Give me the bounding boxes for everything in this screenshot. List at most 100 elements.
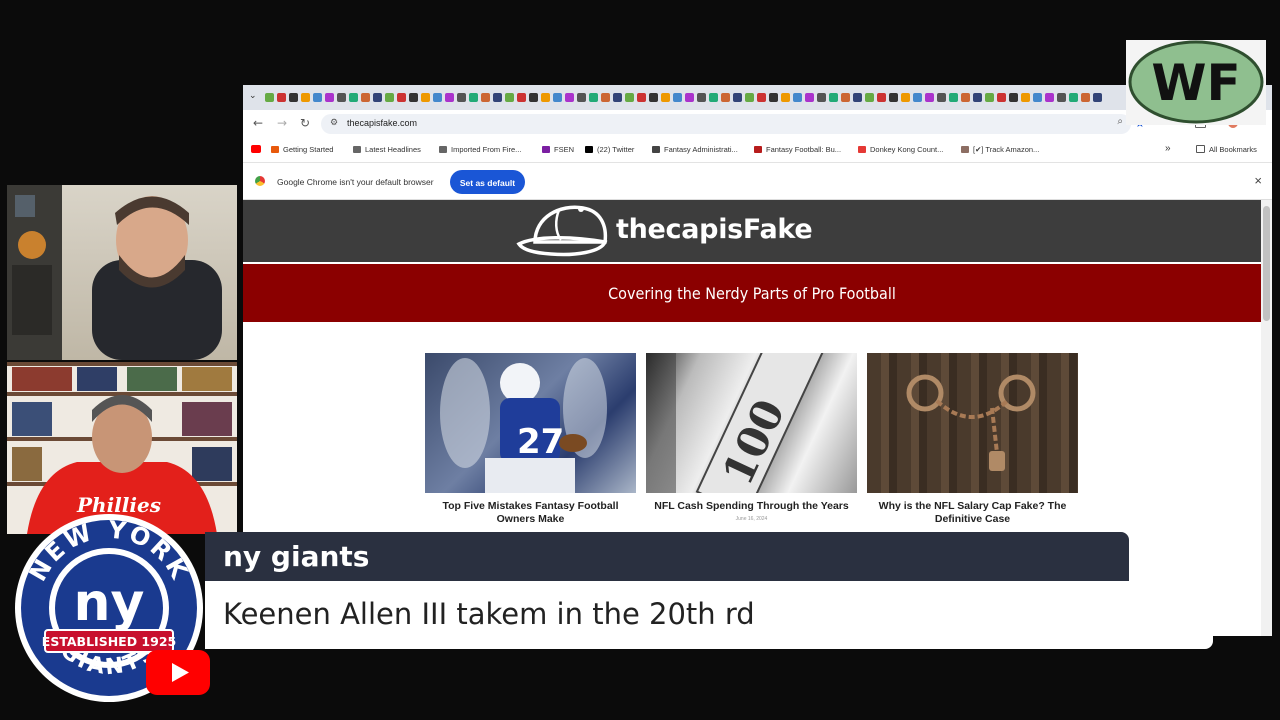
tab-favicon-icon[interactable] — [385, 93, 394, 102]
cap-logo-icon[interactable] — [515, 202, 611, 258]
bookmark-item[interactable]: (22) Twitter — [585, 145, 634, 154]
tab-favicon-icon[interactable] — [781, 93, 790, 102]
tab-favicon-icon[interactable] — [757, 93, 766, 102]
tab-favicon-icon[interactable] — [961, 93, 970, 102]
tab-favicon-icon[interactable] — [661, 93, 670, 102]
tab-favicon-icon[interactable] — [889, 93, 898, 102]
tab-favicon-icon[interactable] — [877, 93, 886, 102]
card-image-football-player[interactable]: 27 — [425, 353, 636, 493]
card-image-chained-door[interactable] — [867, 353, 1078, 493]
tab-favicon-icon[interactable] — [553, 93, 562, 102]
tab-favicon-icon[interactable] — [337, 93, 346, 102]
tab-favicon-icon[interactable] — [1009, 93, 1018, 102]
tab-favicon-icon[interactable] — [361, 93, 370, 102]
tab-favicon-icon[interactable] — [541, 93, 550, 102]
tab-favicon-icon[interactable] — [697, 93, 706, 102]
card-title-2[interactable]: NFL Cash Spending Through the Years — [646, 500, 857, 513]
tab-favicon-icon[interactable] — [445, 93, 454, 102]
forward-icon[interactable]: → — [277, 116, 287, 130]
tab-favicon-icon[interactable] — [805, 93, 814, 102]
tab-favicon-icon[interactable] — [793, 93, 802, 102]
tab-favicon-icon[interactable] — [997, 93, 1006, 102]
tab-favicon-icon[interactable] — [577, 93, 586, 102]
youtube-bookmark-icon[interactable] — [251, 145, 261, 153]
tab-favicon-icon[interactable] — [721, 93, 730, 102]
tab-favicon-icon[interactable] — [409, 93, 418, 102]
card-title-1[interactable]: Top Five Mistakes Fantasy Football Owner… — [425, 500, 636, 526]
tab-favicon-icon[interactable] — [433, 93, 442, 102]
tab-favicon-icon[interactable] — [313, 93, 322, 102]
tab-favicon-icon[interactable] — [397, 93, 406, 102]
scrollbar-thumb[interactable] — [1263, 206, 1270, 321]
tab-favicon-icon[interactable] — [625, 93, 634, 102]
card-image-money[interactable]: 100 — [646, 353, 857, 493]
tab-favicon-icon[interactable] — [481, 93, 490, 102]
back-icon[interactable]: ← — [253, 116, 263, 130]
address-bar[interactable]: ⚙ thecapisfake.com ⌕ — [321, 114, 1131, 134]
all-bookmarks[interactable]: All Bookmarks — [1196, 145, 1257, 154]
tab-favicon-icon[interactable] — [373, 93, 382, 102]
tab-favicon-icon[interactable] — [1045, 93, 1054, 102]
site-info-icon[interactable]: ⚙ — [330, 117, 338, 128]
tab-favicon-icon[interactable] — [817, 93, 826, 102]
tab-favicon-icon[interactable] — [613, 93, 622, 102]
tab-favicon-icon[interactable] — [1081, 93, 1090, 102]
tab-favicon-icon[interactable] — [973, 93, 982, 102]
tab-favicon-icon[interactable] — [901, 93, 910, 102]
youtube-play-icon[interactable] — [146, 650, 210, 695]
tab-favicon-icon[interactable] — [349, 93, 358, 102]
tab-favicon-icon[interactable] — [301, 93, 310, 102]
close-icon[interactable]: × — [1254, 173, 1262, 188]
tab-favicon-icon[interactable] — [565, 93, 574, 102]
tab-favicon-icon[interactable] — [505, 93, 514, 102]
bookmark-item[interactable]: Latest Headlines — [353, 145, 421, 154]
tab-search-icon[interactable]: ⌄ — [249, 90, 257, 101]
tab-favicon-icon[interactable] — [685, 93, 694, 102]
tab-favicon-icon[interactable] — [265, 93, 274, 102]
tab-favicon-icon[interactable] — [517, 93, 526, 102]
tab-favicon-icon[interactable] — [637, 93, 646, 102]
bookmark-item[interactable]: Getting Started — [271, 145, 333, 154]
tab-favicon-icon[interactable] — [1033, 93, 1042, 102]
tab-strip[interactable] — [265, 91, 1102, 104]
bookmarks-overflow-icon[interactable]: » — [1165, 143, 1171, 154]
bookmark-item[interactable]: [✔] Track Amazon... — [961, 145, 1039, 154]
bookmark-item[interactable]: Imported From Fire... — [439, 145, 521, 154]
tab-favicon-icon[interactable] — [733, 93, 742, 102]
set-as-default-button[interactable]: Set as default — [450, 170, 525, 194]
tab-favicon-icon[interactable] — [1021, 93, 1030, 102]
bookmark-item[interactable]: Fantasy Football: Bu... — [754, 145, 841, 154]
bookmark-item[interactable]: Donkey Kong Count... — [858, 145, 943, 154]
tab-favicon-icon[interactable] — [325, 93, 334, 102]
tab-favicon-icon[interactable] — [709, 93, 718, 102]
tab-favicon-icon[interactable] — [1093, 93, 1102, 102]
tab-favicon-icon[interactable] — [601, 93, 610, 102]
tab-favicon-icon[interactable] — [841, 93, 850, 102]
tab-favicon-icon[interactable] — [769, 93, 778, 102]
tab-favicon-icon[interactable] — [457, 93, 466, 102]
tab-favicon-icon[interactable] — [673, 93, 682, 102]
tab-favicon-icon[interactable] — [865, 93, 874, 102]
tab-favicon-icon[interactable] — [913, 93, 922, 102]
tab-favicon-icon[interactable] — [853, 93, 862, 102]
tab-favicon-icon[interactable] — [985, 93, 994, 102]
tab-favicon-icon[interactable] — [421, 93, 430, 102]
tab-favicon-icon[interactable] — [649, 93, 658, 102]
tab-favicon-icon[interactable] — [277, 93, 286, 102]
page-scrollbar[interactable] — [1261, 200, 1272, 636]
tab-favicon-icon[interactable] — [529, 93, 538, 102]
tab-favicon-icon[interactable] — [469, 93, 478, 102]
tab-favicon-icon[interactable] — [937, 93, 946, 102]
tab-favicon-icon[interactable] — [493, 93, 502, 102]
tab-favicon-icon[interactable] — [589, 93, 598, 102]
tab-favicon-icon[interactable] — [925, 93, 934, 102]
site-logo-text[interactable]: thecapisFake — [616, 214, 813, 245]
tab-favicon-icon[interactable] — [1069, 93, 1078, 102]
bookmark-item[interactable]: FSEN — [542, 145, 574, 154]
tab-favicon-icon[interactable] — [829, 93, 838, 102]
reload-icon[interactable]: ↻ — [300, 116, 310, 130]
tab-favicon-icon[interactable] — [1057, 93, 1066, 102]
card-title-3[interactable]: Why is the NFL Salary Cap Fake? The Defi… — [867, 500, 1078, 526]
bookmark-item[interactable]: Fantasy Administrati... — [652, 145, 738, 154]
zoom-icon[interactable]: ⌕ — [1117, 116, 1123, 127]
